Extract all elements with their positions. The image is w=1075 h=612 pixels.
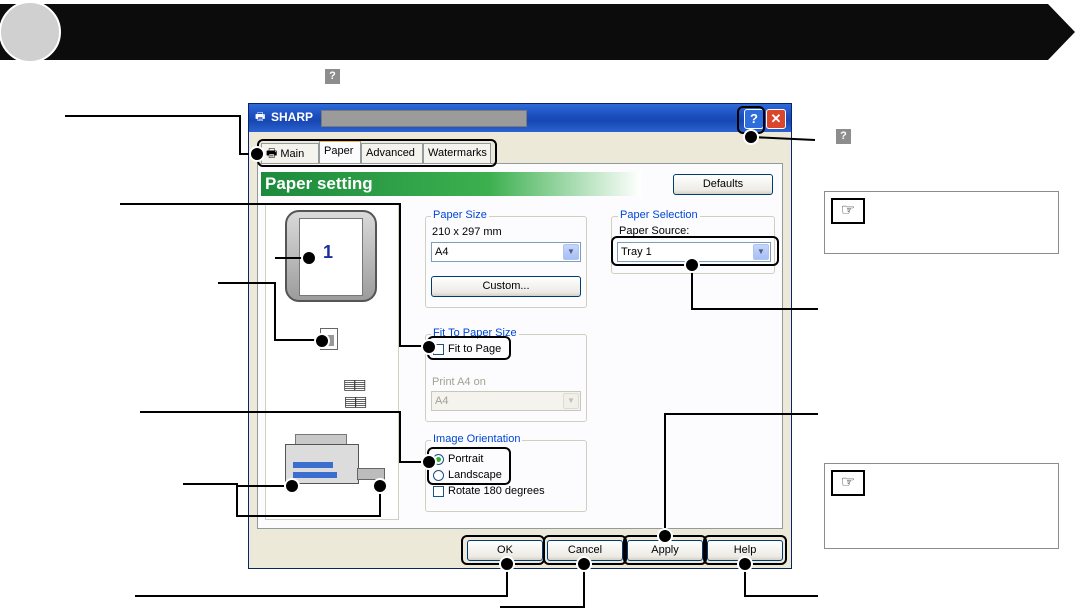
leader-ok xyxy=(135,564,508,597)
tabs-dot xyxy=(249,146,265,162)
leader-help xyxy=(744,564,818,597)
leader-orientation xyxy=(140,411,428,463)
leader-paper-preview xyxy=(218,282,322,341)
leader-help-title xyxy=(750,136,816,141)
fit-to-page-dot xyxy=(421,339,437,355)
ok-dot xyxy=(499,556,515,572)
orientation-dot xyxy=(421,454,437,470)
apply-dot xyxy=(657,528,673,544)
pointing-hand-icon: ☞ xyxy=(831,198,865,224)
paper-size-icon-dot xyxy=(314,333,330,349)
paper-source-dot xyxy=(684,257,700,273)
reference-box-1: ☞ xyxy=(824,191,1059,254)
reference-box-2: ☞ xyxy=(824,463,1059,549)
paper-preview-dot xyxy=(301,250,317,266)
machine-dot-right xyxy=(372,478,388,494)
leader-cancel xyxy=(500,564,585,608)
leader-tabs xyxy=(65,115,256,155)
help-dot xyxy=(737,556,753,572)
help-title-dot xyxy=(743,129,759,145)
machine-dot-left xyxy=(284,478,300,494)
leader-apply xyxy=(664,413,818,536)
pointing-hand-icon: ☞ xyxy=(831,470,865,496)
cancel-dot xyxy=(576,556,592,572)
leader-machine xyxy=(183,483,381,517)
leader-paper-source xyxy=(691,265,818,310)
right-help-icon: ? xyxy=(836,129,851,144)
